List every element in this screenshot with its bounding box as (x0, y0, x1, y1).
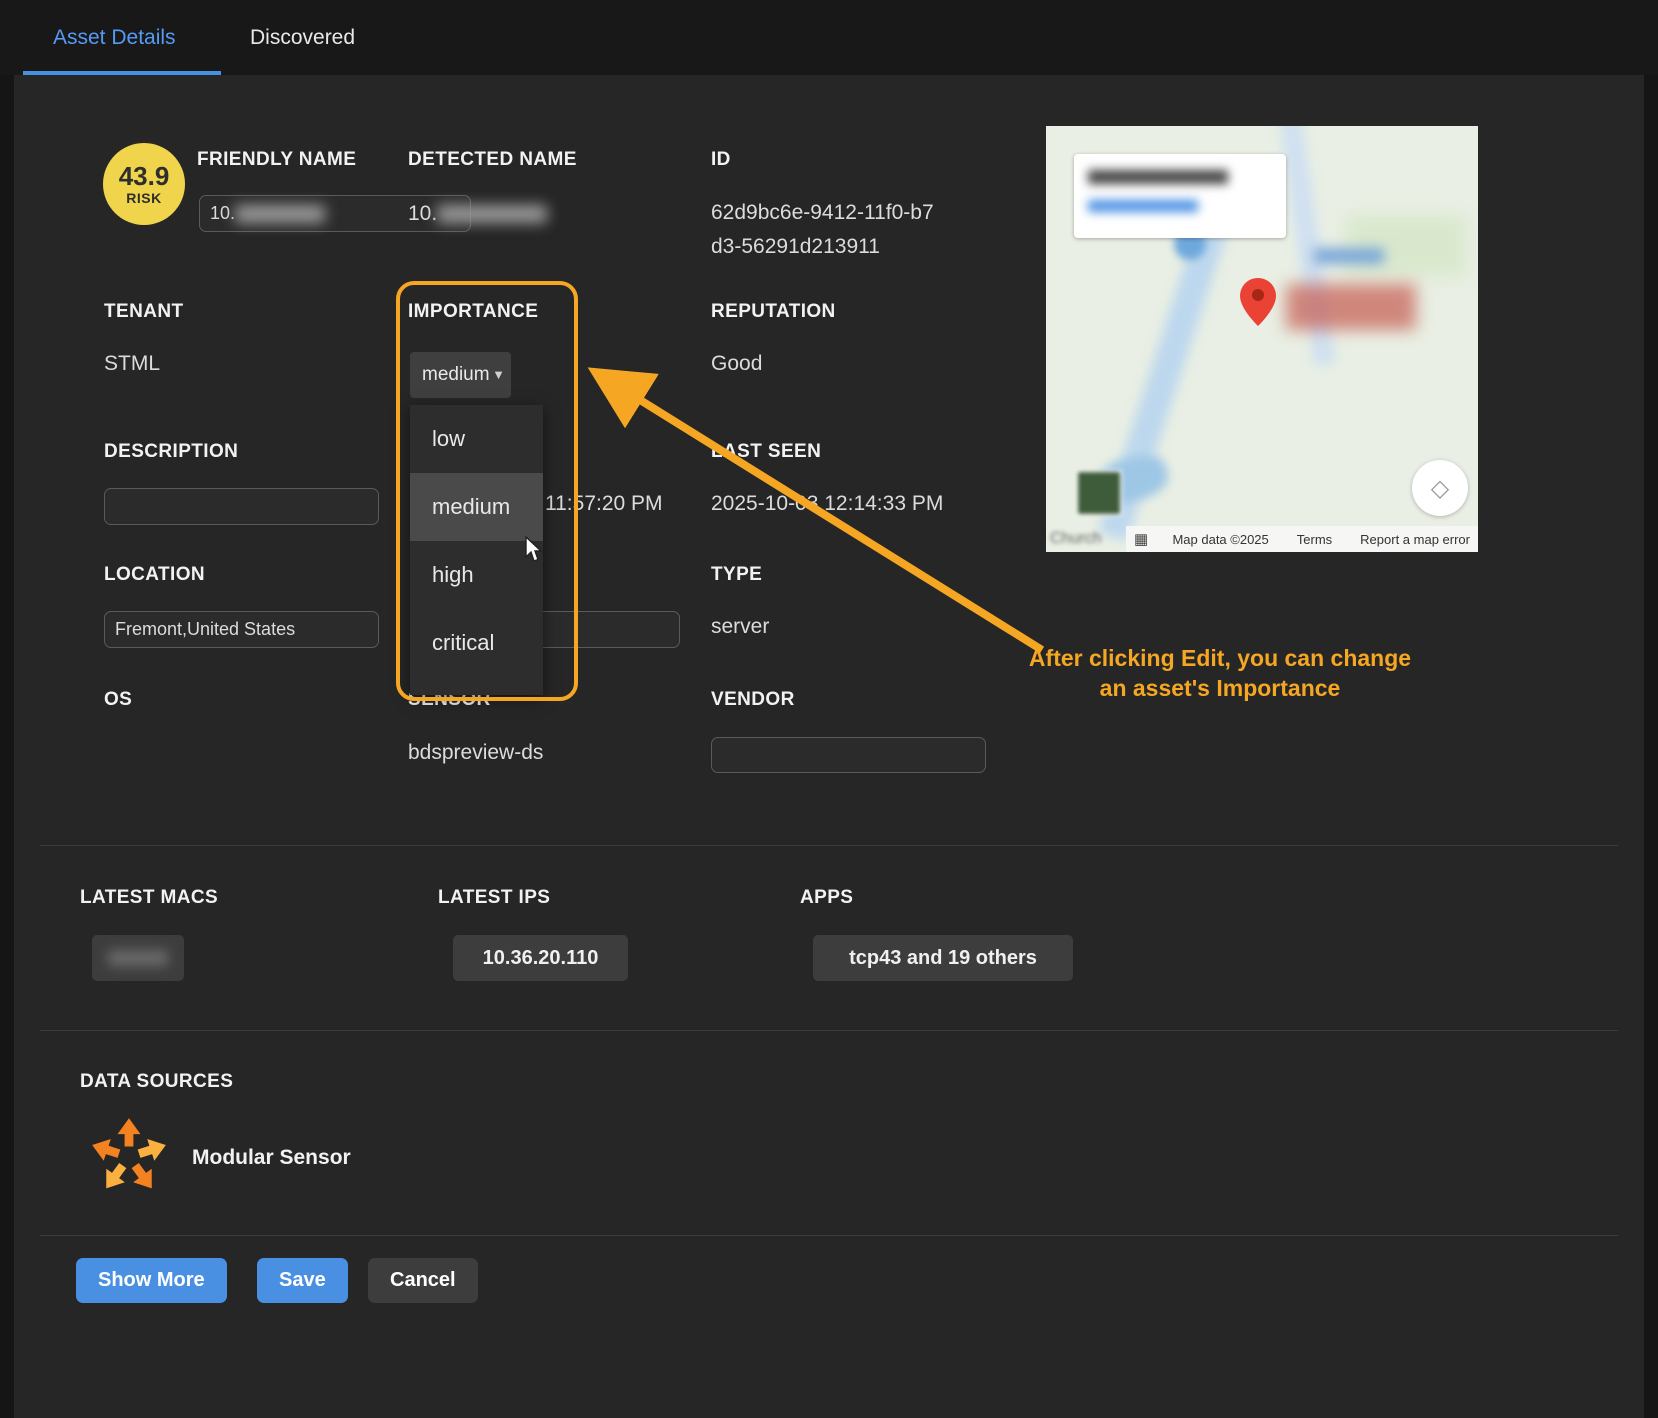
location-label: LOCATION (104, 564, 205, 586)
tab-discovered-label: Discovered (250, 26, 355, 50)
importance-label: IMPORTANCE (408, 301, 538, 323)
importance-option-medium[interactable]: medium (410, 473, 543, 541)
chevron-down-icon: ▼ (492, 367, 505, 382)
risk-score-value: 43.9 (119, 162, 170, 190)
last-seen-label: LAST SEEN (711, 441, 821, 463)
type-value: server (711, 615, 769, 639)
last-seen-value: 2025-10-03 12:14:33 PM (711, 492, 943, 516)
os-label: OS (104, 689, 132, 711)
map-pin-icon (1240, 278, 1276, 328)
latest-ips-label: LATEST IPS (438, 887, 550, 909)
section-divider (40, 1030, 1618, 1031)
map-park (1346, 216, 1466, 276)
map-attribution-bar: Map data ©2025 Terms Report a map error (1126, 526, 1478, 552)
latest-macs-redacted (108, 950, 168, 966)
friendly-name-label: FRIENDLY NAME (197, 149, 356, 171)
map-info-title-redacted (1088, 170, 1228, 184)
detected-name-redacted (437, 205, 547, 223)
detected-name-label: DETECTED NAME (408, 149, 577, 171)
tenant-label: TENANT (104, 301, 183, 323)
tab-asset-details[interactable]: Asset Details (53, 0, 176, 75)
map-church-label: Church (1050, 530, 1102, 548)
importance-select[interactable]: medium ▼ (410, 352, 511, 398)
latest-macs-label: LATEST MACS (80, 887, 218, 909)
tab-bar: Asset Details Discovered (0, 0, 1658, 75)
annotation-text: After clicking Edit, you can change an a… (1020, 643, 1420, 703)
first-seen-value-partial: 11:57:20 PM (545, 492, 663, 516)
map-pin-label-redacted (1286, 284, 1416, 330)
map-label-redacted (1314, 248, 1384, 264)
reputation-label: REPUTATION (711, 301, 836, 323)
modular-sensor-icon (85, 1113, 173, 1201)
cursor-icon (518, 535, 544, 565)
importance-option-low[interactable]: low (410, 405, 543, 473)
section-divider (40, 1235, 1618, 1236)
reputation-value: Good (711, 352, 762, 376)
save-button[interactable]: Save (257, 1258, 348, 1303)
data-source-name: Modular Sensor (192, 1146, 351, 1170)
detected-name-value-prefix: 10. (408, 202, 437, 225)
risk-score-label: RISK (126, 190, 161, 206)
section-divider (40, 845, 1618, 846)
type-label: TYPE (711, 564, 762, 586)
map-info-card (1074, 154, 1286, 238)
description-label: DESCRIPTION (104, 441, 238, 463)
map-report-error-link[interactable]: Report a map error (1360, 532, 1470, 547)
location-map[interactable]: ◇ Church ▦ Map data ©2025 Terms Report a… (1046, 126, 1478, 552)
friendly-name-redacted (235, 205, 325, 223)
asset-id-value: 62d9bc6e-9412-11f0-b7d3-56291d213911 (711, 196, 939, 264)
map-info-link-redacted (1088, 200, 1198, 212)
importance-option-critical[interactable]: critical (410, 609, 543, 677)
data-sources-label: DATA SOURCES (80, 1071, 233, 1093)
vendor-input[interactable] (711, 737, 986, 773)
cancel-button[interactable]: Cancel (368, 1258, 478, 1303)
vendor-label: VENDOR (711, 689, 795, 711)
friendly-name-value-prefix: 10. (210, 203, 235, 223)
risk-score-badge: 43.9 RISK (103, 143, 185, 225)
latest-ips-chip[interactable]: 10.36.20.110 (453, 935, 628, 981)
map-terms-link[interactable]: Terms (1297, 532, 1332, 547)
tenant-value: STML (104, 352, 160, 376)
location-input[interactable] (104, 611, 379, 648)
map-pegman-control[interactable]: ◇ (1412, 460, 1468, 516)
asset-details-screen: Asset Details Discovered 43.9 RISK FRIEN… (0, 0, 1658, 1418)
tab-asset-details-label: Asset Details (53, 26, 176, 50)
latest-macs-chip[interactable] (92, 935, 184, 981)
apps-chip[interactable]: tcp43 and 19 others (813, 935, 1073, 981)
asset-id-label: ID (711, 149, 731, 171)
apps-label: APPS (800, 887, 853, 909)
map-keyboard-icon[interactable]: ▦ (1134, 530, 1148, 548)
detected-name-value: 10. (408, 202, 547, 226)
tab-discovered[interactable]: Discovered (250, 0, 355, 75)
show-more-button[interactable]: Show More (76, 1258, 227, 1303)
latest-ips-value: 10.36.20.110 (483, 947, 599, 970)
description-input[interactable] (104, 488, 379, 525)
sensor-value: bdspreview-ds (408, 741, 543, 765)
map-road-2 (1278, 126, 1336, 366)
map-imagery-thumb (1076, 470, 1122, 516)
importance-selected-value: medium (422, 364, 490, 386)
map-attribution-text: Map data ©2025 (1172, 532, 1268, 547)
apps-value: tcp43 and 19 others (849, 947, 1037, 970)
